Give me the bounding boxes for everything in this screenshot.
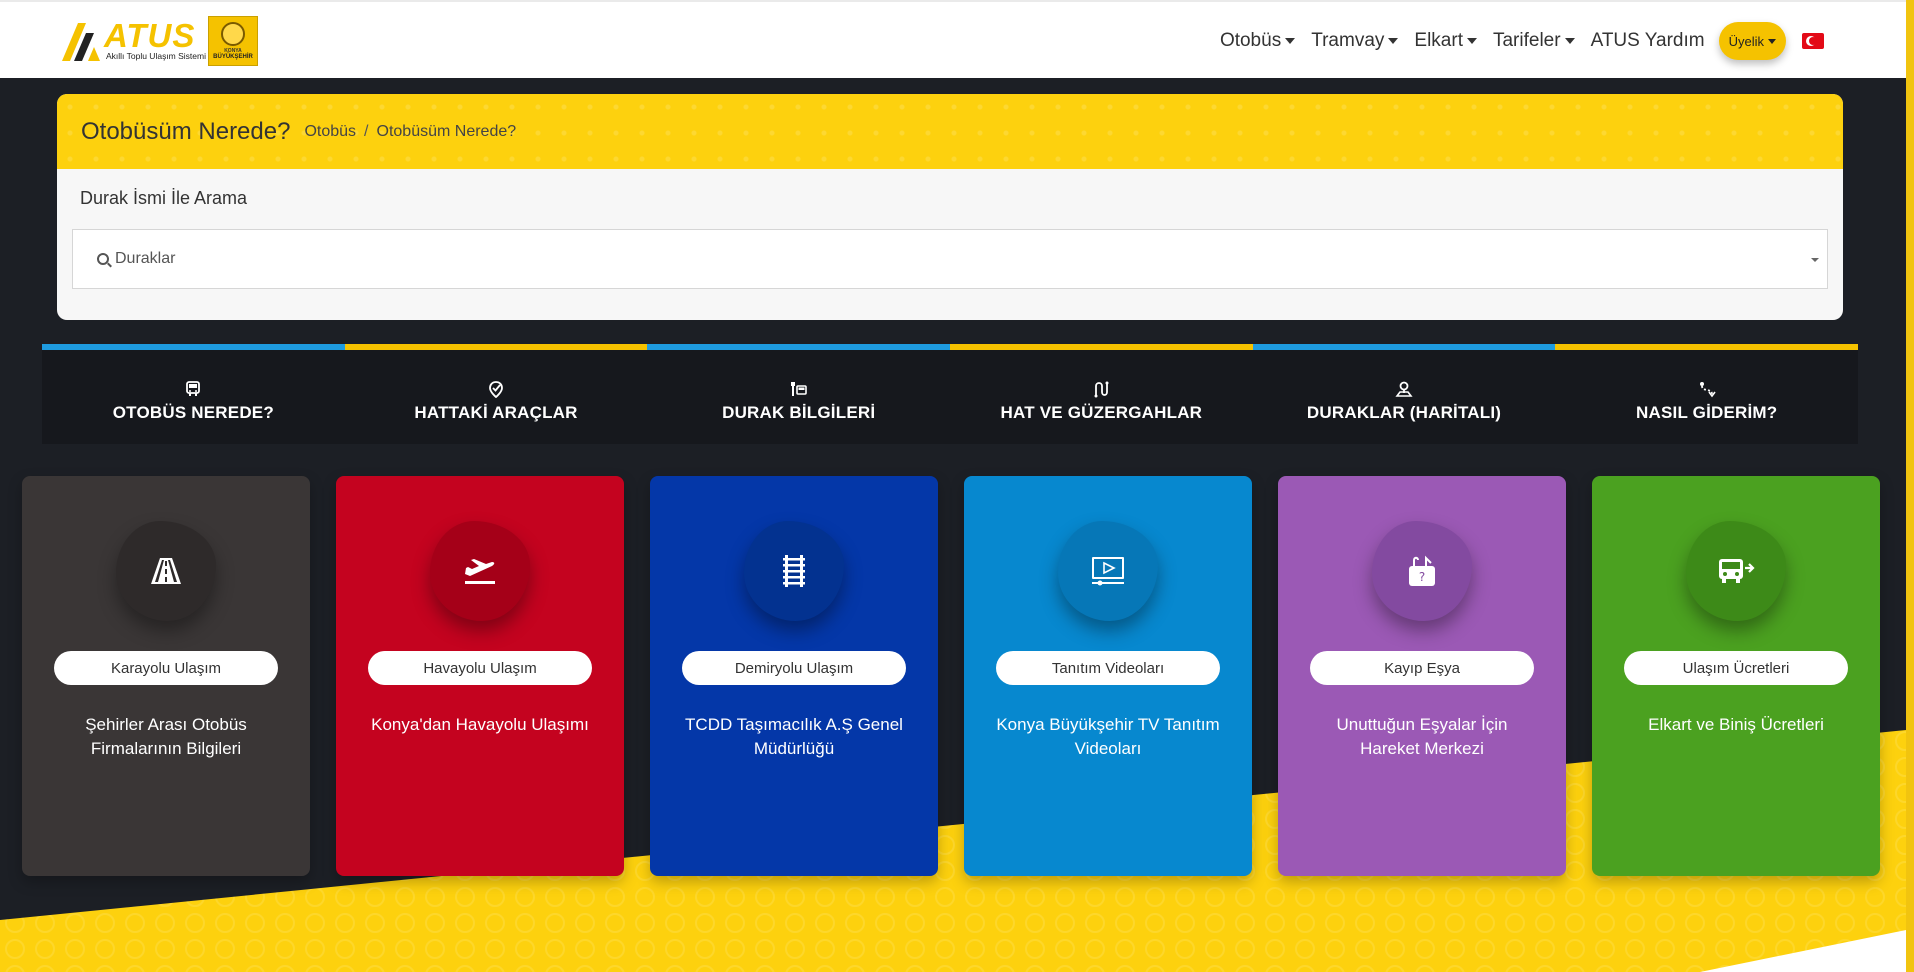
- card-description: Şehirler Arası Otobüs Firmalarının Bilgi…: [85, 715, 247, 758]
- card-icon-wrapper: [116, 521, 216, 621]
- nav-elkart-label: Elkart: [1414, 30, 1463, 51]
- svg-text:?: ?: [1419, 570, 1425, 584]
- breadcrumb-separator: /: [364, 122, 369, 140]
- quick-link-label: DURAK BİLGİLERİ: [722, 402, 876, 422]
- card-title[interactable]: Kayıp Eşya: [1310, 651, 1534, 685]
- quick-links-bar: OTOBÜS NEREDE? HATTAKİ ARAÇLAR DURAK BİL…: [42, 344, 1859, 444]
- membership-label: Üyelik: [1728, 33, 1764, 49]
- map-pin-icon: [1395, 381, 1413, 397]
- quick-link-label: DURAKLAR (HARİTALI): [1306, 402, 1502, 422]
- quick-link-hat-ve-guzergahlar[interactable]: HAT VE GÜZERGAHLAR: [950, 344, 1253, 444]
- card-title[interactable]: Havayolu Ulaşım: [368, 651, 592, 685]
- card-tanitim-videolari[interactable]: Tanıtım Videoları Konya Büyükşehir TV Ta…: [964, 476, 1252, 876]
- road-icon: [151, 558, 181, 584]
- brand-subtitle: Akıllı Toplu Ulaşım Sistemi: [106, 51, 206, 61]
- search-icon: [97, 253, 109, 265]
- chevron-down-icon: [1811, 258, 1819, 262]
- card-demiryolu[interactable]: Demiryolu Ulaşım TCDD Taşımacılık A.Ş Ge…: [650, 476, 938, 876]
- bus-icon: [186, 380, 201, 396]
- membership-button[interactable]: Üyelik: [1718, 22, 1786, 60]
- card-description: TCDD Taşımacılık A.Ş Genel Müdürlüğü: [685, 715, 903, 758]
- brand-name: ATUS: [104, 17, 196, 54]
- plane-takeoff-icon: [465, 559, 495, 584]
- quick-link-label: HAT VE GÜZERGAHLAR: [1000, 402, 1203, 422]
- card-description: Elkart ve Biniş Ücretleri: [1648, 715, 1824, 734]
- nav-menu: Otobüs Tramvay Elkart Tarifeler ATUS Yar…: [1212, 22, 1824, 60]
- search-panel: Otobüsüm Nerede? Otobüs / Otobüsüm Nered…: [57, 94, 1843, 320]
- atus-logo[interactable]: ATUS Akıllı Toplu Ulaşım Sistemi: [56, 17, 206, 65]
- chevron-down-icon: [1564, 38, 1575, 44]
- scrollbar[interactable]: [1906, 0, 1914, 972]
- chevron-down-icon: [1466, 38, 1477, 44]
- breadcrumb: Otobüs / Otobüsüm Nerede?: [304, 123, 516, 141]
- card-havayolu[interactable]: Havayolu Ulaşım Konya'dan Havayolu Ulaşı…: [336, 476, 624, 876]
- page-title: Otobüsüm Nerede?: [81, 117, 291, 145]
- location-check-icon: [489, 380, 503, 398]
- nav-tarifeler[interactable]: Tarifeler: [1485, 30, 1583, 52]
- panel-header: Otobüsüm Nerede? Otobüs / Otobüsüm Nered…: [57, 94, 1843, 169]
- municipality-line2: BÜYÜKŞEHİR: [213, 54, 253, 60]
- card-title[interactable]: Karayolu Ulaşım: [54, 651, 278, 685]
- search-placeholder: Duraklar: [115, 250, 176, 267]
- card-description: Konya'dan Havayolu Ulaşımı: [371, 715, 589, 734]
- atus-logo-mark-icon: [62, 23, 100, 61]
- quick-link-nasil-giderim[interactable]: NASIL GİDERİM?: [1555, 344, 1859, 444]
- breadcrumb-otobus[interactable]: Otobüs: [304, 123, 356, 141]
- municipality-seal-icon: [221, 22, 245, 46]
- nav-otobus[interactable]: Otobüs: [1212, 30, 1303, 52]
- breadcrumb-current: Otobüsüm Nerede?: [376, 122, 517, 140]
- quick-link-label: HATTAKİ ARAÇLAR: [414, 402, 578, 422]
- chevron-down-icon: [1768, 38, 1776, 44]
- card-icon-wrapper: [1058, 521, 1158, 621]
- route-icon: [1094, 381, 1109, 397]
- card-icon-wrapper: [744, 521, 844, 621]
- card-description: Unuttuğun Eşyalar İçin Hareket Merkezi: [1336, 715, 1508, 758]
- brand[interactable]: ATUS Akıllı Toplu Ulaşım Sistemi KONYA B…: [56, 16, 258, 66]
- bus-stop-icon: [790, 381, 807, 396]
- municipality-logo[interactable]: KONYA BÜYÜKŞEHİR: [208, 16, 258, 66]
- nav-tarifeler-label: Tarifeler: [1492, 30, 1561, 51]
- nav-elkart[interactable]: Elkart: [1406, 30, 1485, 52]
- nav-atus-yardim-label: ATUS Yardım: [1590, 30, 1705, 51]
- card-icon-wrapper: ?: [1372, 521, 1472, 621]
- video-icon: [1092, 557, 1124, 586]
- card-title[interactable]: Demiryolu Ulaşım: [682, 651, 906, 685]
- stop-search-select[interactable]: Duraklar: [72, 229, 1828, 289]
- card-karayolu[interactable]: Karayolu Ulaşım Şehirler Arası Otobüs Fi…: [22, 476, 310, 876]
- card-icon-wrapper: [430, 521, 530, 621]
- card-title[interactable]: Ulaşım Ücretleri: [1624, 651, 1848, 685]
- quick-link-duraklar-haritali[interactable]: DURAKLAR (HARİTALI): [1252, 344, 1556, 444]
- nav-tramvay[interactable]: Tramvay: [1303, 30, 1406, 52]
- lost-box-icon: ?: [1409, 555, 1435, 586]
- quick-link-otobus-nerede[interactable]: OTOBÜS NEREDE?: [42, 344, 345, 444]
- nav-otobus-label: Otobüs: [1219, 30, 1282, 51]
- search-label: Durak İsmi İle Arama: [80, 188, 248, 208]
- quick-link-label: OTOBÜS NEREDE?: [112, 402, 274, 422]
- tr-flag-icon[interactable]: [1802, 33, 1824, 49]
- quick-link-hattaki-araclar[interactable]: HATTAKİ ARAÇLAR: [344, 344, 648, 444]
- chevron-down-icon: [1285, 38, 1296, 44]
- nav-tramvay-label: Tramvay: [1311, 30, 1385, 51]
- card-icon-wrapper: [1686, 521, 1786, 621]
- card-ulasim-ucretleri[interactable]: Ulaşım Ücretleri Elkart ve Biniş Ücretle…: [1592, 476, 1880, 876]
- card-title[interactable]: Tanıtım Videoları: [996, 651, 1220, 685]
- bus-fare-icon: [1719, 559, 1755, 583]
- directions-icon: [1699, 381, 1716, 397]
- card-kayip-esya[interactable]: ? Kayıp Eşya Unuttuğun Eşyalar İçin Hare…: [1278, 476, 1566, 876]
- quick-link-label: NASIL GİDERİM?: [1636, 402, 1778, 422]
- nav-atus-yardim[interactable]: ATUS Yardım: [1583, 30, 1713, 52]
- railway-icon: [783, 555, 805, 587]
- chevron-down-icon: [1388, 38, 1399, 44]
- top-navbar: ATUS Akıllı Toplu Ulaşım Sistemi KONYA B…: [0, 0, 1906, 78]
- quick-link-durak-bilgileri[interactable]: DURAK BİLGİLERİ: [647, 344, 951, 444]
- card-description: Konya Büyükşehir TV Tanıtım Videoları: [996, 715, 1220, 758]
- transport-cards: Karayolu Ulaşım Şehirler Arası Otobüs Fi…: [22, 476, 1882, 876]
